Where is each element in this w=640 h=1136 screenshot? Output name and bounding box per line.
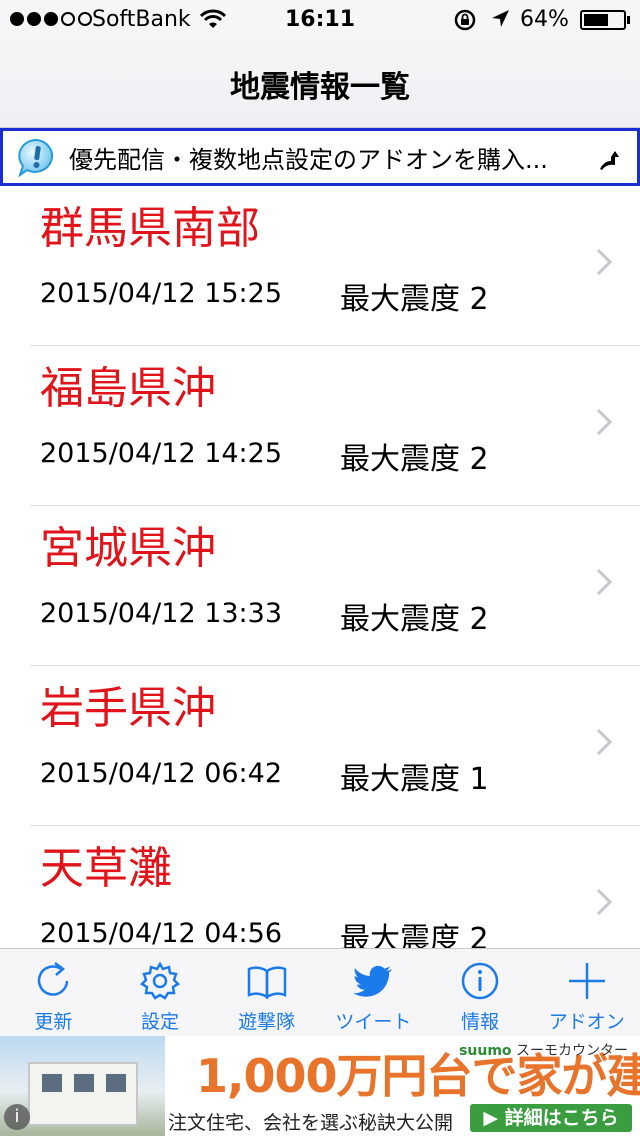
tab-tweet[interactable]: ツイート	[320, 949, 427, 1036]
max-intensity: 最大震度 2	[340, 282, 489, 317]
twitter-bird-icon	[353, 965, 393, 997]
max-intensity: 最大震度 2	[340, 602, 489, 637]
ad-details-button[interactable]: ▶ 詳細はこちら	[470, 1104, 632, 1132]
tab-label: ツイート	[335, 1011, 412, 1033]
quake-datetime: 2015/04/12 06:42	[40, 758, 283, 789]
quake-datetime: 2015/04/12 13:33	[40, 598, 283, 629]
book-icon	[247, 966, 286, 1000]
region-name: 岩手県沖	[40, 683, 216, 734]
quake-datetime: 2015/04/12 15:25	[40, 278, 283, 309]
chevron-right-icon	[596, 248, 612, 276]
earthquake-row[interactable]: 天草灘 2015/04/12 04:56 最大震度 2	[30, 826, 640, 948]
ad-subtext: 注文住宅、会社を選ぶ秘訣大公開	[168, 1112, 454, 1134]
rotation-lock-icon	[454, 9, 476, 31]
exclamation-bubble-icon	[18, 138, 53, 177]
chevron-right-icon	[596, 568, 612, 596]
tab-info[interactable]: 情報	[427, 949, 534, 1036]
battery-percent: 64%	[520, 7, 569, 32]
chevron-right-icon	[596, 408, 612, 436]
tab-label: 設定	[141, 1011, 180, 1033]
region-name: 宮城県沖	[40, 523, 216, 574]
battery-icon	[580, 10, 630, 30]
earthquake-row[interactable]: 宮城県沖 2015/04/12 13:33 最大震度 2	[30, 506, 640, 666]
status-bar: SoftBank 16:11 64%	[0, 0, 640, 40]
earthquake-row[interactable]: 岩手県沖 2015/04/12 06:42 最大震度 1	[30, 666, 640, 826]
ad-brand-sub: スーモカウンター	[516, 1043, 628, 1059]
page-title: 地震情報一覧	[230, 70, 410, 105]
refresh-icon	[38, 962, 69, 996]
max-intensity: 最大震度 2	[340, 922, 489, 948]
region-name: 天草灘	[40, 843, 172, 894]
ad-brand: suumo スーモカウンター	[459, 1040, 628, 1060]
location-arrow-icon	[492, 10, 509, 27]
tab-addon[interactable]: アドオン	[533, 949, 640, 1036]
ad-brand-name: suumo	[459, 1043, 512, 1059]
chevron-right-icon	[596, 728, 612, 756]
tab-label: 情報	[461, 1011, 500, 1033]
tab-settings[interactable]: 設定	[107, 949, 214, 1036]
addon-promo-banner[interactable]: 優先配信・複数地点設定のアドオンを購入...	[0, 128, 640, 186]
max-intensity: 最大震度 1	[340, 762, 489, 797]
earthquake-row[interactable]: 福島県沖 2015/04/12 14:25 最大震度 2	[30, 346, 640, 506]
quake-datetime: 2015/04/12 14:25	[40, 438, 283, 469]
region-name: 福島県沖	[40, 363, 216, 414]
info-icon	[461, 962, 499, 1000]
advertisement-banner[interactable]: i 1,000万円台で家が建つ?! suumo スーモカウンター 注文住宅、会社…	[0, 1036, 640, 1136]
tab-refresh[interactable]: 更新	[0, 949, 107, 1036]
ad-info-icon[interactable]: i	[4, 1104, 30, 1130]
tab-label: 遊撃隊	[238, 1011, 296, 1033]
gear-icon	[139, 961, 181, 1000]
quake-datetime: 2015/04/12 04:56	[40, 918, 283, 948]
tab-bar: 更新 設定 遊撃隊 ツイート 情報 アドオン	[0, 948, 640, 1036]
tab-label: アドオン	[548, 1011, 625, 1033]
region-name: 群馬県南部	[40, 203, 260, 254]
plus-icon	[568, 963, 605, 999]
curved-arrow-icon	[600, 151, 619, 170]
banner-text: 優先配信・複数地点設定のアドオンを購入...	[69, 145, 548, 174]
top-bar: SoftBank 16:11 64% 地震情報一覧	[0, 0, 640, 128]
chevron-right-icon	[596, 888, 612, 916]
earthquake-list: 群馬県南部 2015/04/12 15:25 最大震度 2 福島県沖 2015/…	[0, 186, 640, 948]
tab-squad[interactable]: 遊撃隊	[213, 949, 320, 1036]
tab-label: 更新	[34, 1011, 73, 1033]
max-intensity: 最大震度 2	[340, 442, 489, 477]
earthquake-row[interactable]: 群馬県南部 2015/04/12 15:25 最大震度 2	[30, 186, 640, 346]
